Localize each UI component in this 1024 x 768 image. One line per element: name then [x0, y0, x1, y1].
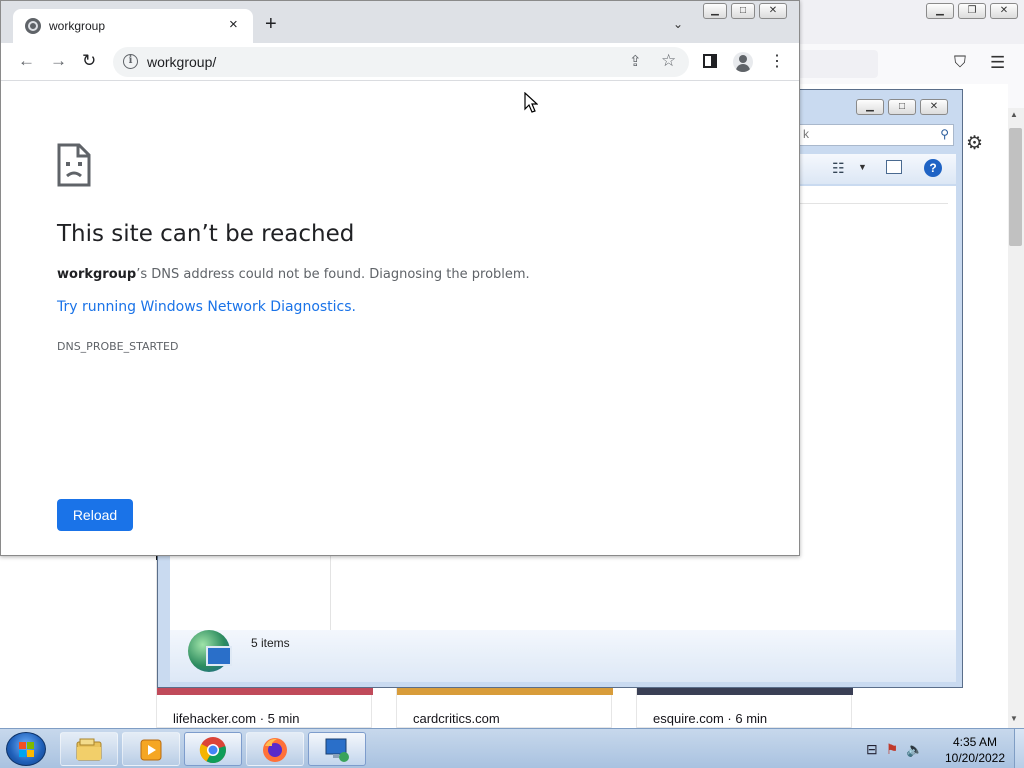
chrome-minimize-button[interactable]: ▁ — [703, 3, 727, 19]
firefox-minimize-button[interactable]: ▁ — [926, 3, 954, 19]
share-icon[interactable]: ⇪ — [629, 52, 642, 70]
taskbar-network[interactable] — [308, 732, 366, 766]
side-panel-icon[interactable] — [703, 54, 717, 68]
error-host: workgroup — [57, 267, 137, 282]
error-message: workgroup’s DNS address could not be fou… — [57, 267, 530, 282]
hamburger-menu-icon[interactable]: ☰ — [990, 53, 1005, 73]
tab-search-chevron-icon[interactable]: ⌄ — [673, 17, 683, 31]
taskbar-media-player[interactable] — [122, 732, 180, 766]
forward-arrow-icon[interactable]: → — [50, 51, 67, 71]
tab-title: workgroup — [49, 19, 106, 33]
clock-date: 10/20/2022 — [944, 751, 1006, 765]
profile-body — [736, 64, 750, 72]
address-bar[interactable]: i workgroup/ ⇪ ☆ — [113, 47, 689, 77]
help-icon[interactable]: ? — [924, 159, 942, 177]
url-text[interactable]: workgroup/ — [147, 54, 216, 70]
windows-logo-icon — [19, 742, 35, 758]
chrome-window-controls: ▁ □ ✕ — [703, 3, 787, 19]
reload-icon[interactable]: ↻ — [82, 51, 96, 71]
explorer-search-text: k — [803, 127, 809, 141]
back-arrow-icon[interactable]: ← — [18, 51, 35, 71]
profile-avatar-icon[interactable] — [733, 52, 753, 72]
mouse-cursor-icon — [524, 92, 538, 113]
network-status-icon[interactable]: ⚑ — [886, 741, 899, 758]
start-button[interactable] — [6, 732, 46, 766]
show-desktop-button[interactable] — [1014, 729, 1024, 768]
explorer-search-field[interactable]: k ⚲ — [798, 124, 954, 146]
action-center-icon[interactable]: ⊟ — [866, 741, 878, 758]
sad-page-icon — [57, 143, 91, 187]
new-tab-button[interactable]: + — [265, 14, 277, 34]
navigation-pane-divider[interactable] — [330, 550, 331, 630]
globe-favicon-icon — [25, 18, 41, 34]
media-player-icon — [140, 739, 162, 761]
firefox-icon — [263, 738, 287, 762]
item-count: 5 items — [251, 636, 290, 650]
preview-pane-icon[interactable] — [886, 160, 902, 174]
error-page: This site can’t be reached workgroup’s D… — [1, 81, 799, 555]
network-computer-icon — [325, 738, 349, 762]
chrome-window: workgroup × + ⌄ ▁ □ ✕ ← → ↻ i workgroup/… — [0, 0, 800, 556]
story-card-source: lifehacker.com · 5 min — [173, 711, 300, 726]
network-computer-icon — [206, 646, 232, 666]
change-view-icon[interactable]: ☷ — [832, 160, 845, 177]
close-tab-icon[interactable]: × — [229, 16, 238, 33]
views-dropdown-arrow-icon[interactable]: ▼ — [858, 162, 867, 172]
chrome-icon — [199, 737, 226, 764]
clock[interactable]: 4:35 AM 10/20/2022 — [940, 734, 1010, 766]
taskbar-explorer[interactable] — [60, 732, 118, 766]
chrome-maximize-button[interactable]: □ — [731, 3, 755, 19]
explorer-minimize-button[interactable]: ▁ — [856, 99, 884, 115]
volume-icon[interactable]: 🔈 — [906, 741, 923, 758]
profile-head — [739, 55, 747, 63]
scroll-down-arrow-icon[interactable]: ▼ — [1010, 714, 1018, 723]
folder-icon — [76, 738, 102, 761]
firefox-restore-button[interactable]: ❐ — [958, 3, 986, 19]
network-diagnostics-link[interactable]: Try running Windows Network Diagnostics. — [57, 299, 356, 315]
explorer-maximize-button[interactable]: □ — [888, 99, 916, 115]
error-code: DNS_PROBE_STARTED — [57, 340, 179, 353]
kebab-menu-icon[interactable]: ⋮ — [769, 50, 785, 74]
story-card-source: esquire.com · 6 min — [653, 711, 768, 726]
taskbar-firefox[interactable] — [246, 732, 304, 766]
firefox-window-controls: ▁ ❐ ✕ — [926, 3, 1018, 19]
firefox-scroll-thumb[interactable] — [1009, 128, 1022, 246]
bookmark-star-icon[interactable]: ☆ — [661, 51, 676, 71]
chrome-close-button[interactable]: ✕ — [759, 3, 787, 19]
story-card-source: cardcritics.com — [413, 711, 500, 726]
taskbar: ⊟ ⚑ 🔈 4:35 AM 10/20/2022 — [0, 728, 1024, 768]
browser-tab[interactable]: workgroup × — [13, 9, 253, 43]
column-header-divider — [798, 203, 948, 204]
explorer-close-button[interactable]: ✕ — [920, 99, 948, 115]
site-info-icon[interactable]: i — [123, 54, 138, 69]
taskbar-chrome[interactable] — [184, 732, 242, 766]
firefox-url-bar[interactable] — [790, 50, 878, 78]
scroll-up-arrow-icon[interactable]: ▲ — [1010, 110, 1018, 119]
search-icon[interactable]: ⚲ — [940, 127, 949, 141]
firefox-close-button[interactable]: ✕ — [990, 3, 1018, 19]
system-tray: ⊟ ⚑ 🔈 — [866, 741, 924, 758]
explorer-window-controls: ▁ □ ✕ — [856, 99, 948, 115]
pocket-icon[interactable]: ⛉ — [954, 54, 966, 72]
error-title: This site can’t be reached — [57, 221, 355, 247]
gear-icon[interactable]: ⚙ — [966, 132, 983, 155]
error-message-text: ’s DNS address could not be found. Diagn… — [136, 267, 530, 282]
reload-button[interactable]: Reload — [57, 499, 133, 531]
clock-time: 4:35 AM — [952, 735, 998, 749]
